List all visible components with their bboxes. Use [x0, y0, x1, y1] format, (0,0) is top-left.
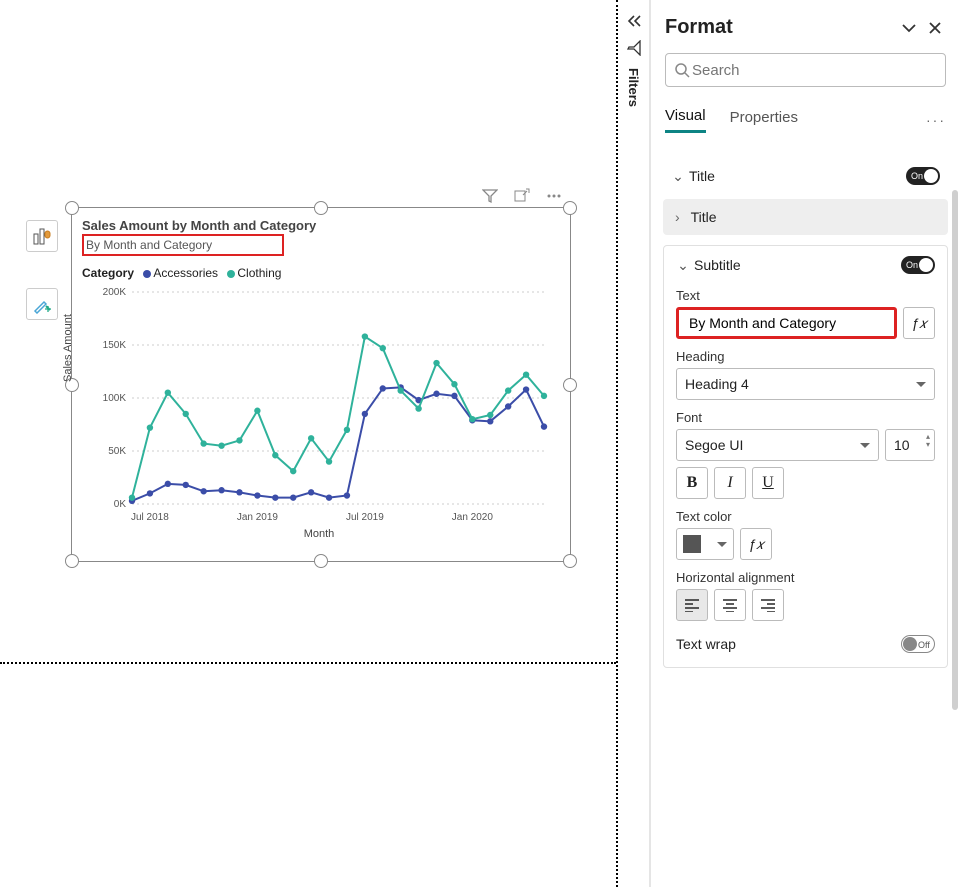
section-subtitle-header[interactable]: ⌄ Subtitle On: [676, 256, 935, 278]
toggle-text-wrap[interactable]: Off: [901, 635, 935, 653]
svg-text:Jan 2019: Jan 2019: [237, 512, 279, 523]
bold-button[interactable]: B: [676, 467, 708, 499]
chevron-down-icon: [717, 542, 727, 552]
subtitle-text-label: Text: [676, 288, 935, 303]
toggle-subtitle[interactable]: On: [901, 256, 935, 274]
italic-button[interactable]: I: [714, 467, 746, 499]
toggle-title[interactable]: On: [906, 167, 940, 185]
filter-icon[interactable]: [482, 188, 498, 204]
text-color-label: Text color: [676, 509, 935, 524]
svg-text:50K: 50K: [108, 446, 126, 457]
subsection-title[interactable]: › Title: [663, 199, 948, 235]
section-title: ⌄ Title On › Title: [663, 159, 948, 235]
format-sections: ⌄ Title On › Title ⌄ Subtitle On Text: [651, 133, 960, 887]
format-title: Format: [665, 16, 894, 39]
visual-tool-fields[interactable]: [26, 220, 58, 252]
text-wrap-row: Text wrap Off: [676, 621, 935, 653]
chevron-down-icon: ⌄: [676, 257, 690, 274]
chart-type-icon: [32, 226, 52, 246]
svg-text:150K: 150K: [103, 340, 127, 351]
visual-tool-format[interactable]: [26, 288, 58, 320]
legend-dot-clothing: [227, 270, 235, 278]
text-wrap-label: Text wrap: [676, 636, 901, 652]
text-color-picker[interactable]: [676, 528, 734, 560]
close-icon[interactable]: [924, 17, 946, 39]
visual-header-icons: [482, 188, 562, 204]
section-title-header[interactable]: ⌄ Title On: [663, 159, 948, 193]
font-style-buttons: B I U: [676, 467, 784, 499]
svg-text:100K: 100K: [103, 393, 127, 404]
font-label: Font: [676, 410, 935, 425]
tab-more-icon[interactable]: ···: [926, 112, 946, 128]
format-tabs: Visual Properties ···: [651, 93, 960, 133]
y-axis-label: Sales Amount: [62, 314, 74, 382]
focus-icon[interactable]: [514, 188, 530, 204]
heading-label: Heading: [676, 349, 935, 364]
tab-visual[interactable]: Visual: [665, 107, 706, 133]
selected-visual[interactable]: Sales Amount by Month and Category By Mo…: [71, 207, 571, 562]
heading-value: Heading 4: [685, 376, 749, 392]
more-icon[interactable]: [546, 188, 562, 204]
legend-dot-accessories: [143, 270, 151, 278]
subtitle-text-field[interactable]: [687, 314, 886, 332]
svg-text:0K: 0K: [114, 499, 127, 510]
font-size-value: 10: [894, 437, 910, 453]
section-subtitle-label: Subtitle: [694, 257, 901, 273]
svg-text:Jul 2018: Jul 2018: [131, 512, 169, 523]
underline-button[interactable]: U: [752, 467, 784, 499]
heading-dropdown[interactable]: Heading 4: [676, 368, 935, 400]
chart-subtitle-highlight: By Month and Category: [82, 234, 284, 256]
plot-area: Sales Amount 0K50K100K150K200K Jul 2018J…: [82, 286, 550, 526]
chart-inner: Sales Amount by Month and Category By Mo…: [72, 208, 570, 561]
format-header: Format: [651, 0, 960, 47]
alignment-buttons: [676, 589, 935, 621]
fx-button[interactable]: ƒ𝑥: [903, 307, 935, 339]
x-axis-label: Month: [82, 528, 556, 540]
chevron-down-icon: ⌄: [671, 168, 685, 185]
fx-button[interactable]: ƒ𝑥: [740, 528, 772, 560]
report-canvas[interactable]: Sales Amount by Month and Category By Mo…: [0, 0, 616, 887]
align-right-button[interactable]: [752, 589, 784, 621]
paint-brush-icon: [32, 294, 52, 314]
format-search[interactable]: [665, 53, 946, 87]
search-icon: [674, 62, 690, 78]
align-center-button[interactable]: [714, 589, 746, 621]
page-divider: [0, 662, 616, 664]
chevron-right-icon: ›: [675, 209, 687, 225]
font-dropdown[interactable]: Segoe UI: [676, 429, 879, 461]
align-label: Horizontal alignment: [676, 570, 935, 585]
legend-item: Clothing: [237, 266, 281, 280]
svg-text:Jul 2019: Jul 2019: [346, 512, 384, 523]
chart-legend: Category Accessories Clothing: [82, 266, 556, 280]
spinner-icon[interactable]: ▴▾: [926, 433, 930, 449]
app-root: Sales Amount by Month and Category By Mo…: [0, 0, 960, 887]
section-subtitle: ⌄ Subtitle On Text ƒ𝑥 Heading Heading 4 …: [663, 245, 948, 668]
format-pane: Format Visual Properties ··· ⌄ Title: [650, 0, 960, 887]
subtitle-text-input[interactable]: [676, 307, 897, 339]
svg-text:200K: 200K: [103, 287, 127, 298]
font-value: Segoe UI: [685, 437, 743, 453]
expand-icon[interactable]: [898, 17, 920, 39]
tab-properties[interactable]: Properties: [730, 109, 798, 132]
align-left-button[interactable]: [676, 589, 708, 621]
chart-subtitle: By Month and Category: [86, 238, 212, 252]
color-swatch-icon: [683, 535, 701, 553]
line-chart-svg: 0K 50K 100K 150K 200K Jul 2018 Jan 2019 Jul 20…: [82, 286, 550, 526]
chart-title: Sales Amount by Month and Category: [82, 218, 556, 233]
filters-icon: [626, 40, 642, 56]
search-input[interactable]: [690, 61, 937, 80]
legend-title: Category: [82, 266, 134, 280]
legend-item: Accessories: [153, 266, 218, 280]
font-size-input[interactable]: 10 ▴▾: [885, 429, 935, 461]
subsection-title-label: Title: [691, 209, 717, 225]
filters-pane-collapsed[interactable]: Filters: [616, 0, 650, 887]
svg-text:Jan 2020: Jan 2020: [452, 512, 494, 523]
collapse-icon[interactable]: [625, 14, 643, 28]
scrollbar[interactable]: [952, 190, 958, 710]
section-title-label: Title: [689, 168, 906, 184]
filters-label: Filters: [626, 68, 641, 107]
